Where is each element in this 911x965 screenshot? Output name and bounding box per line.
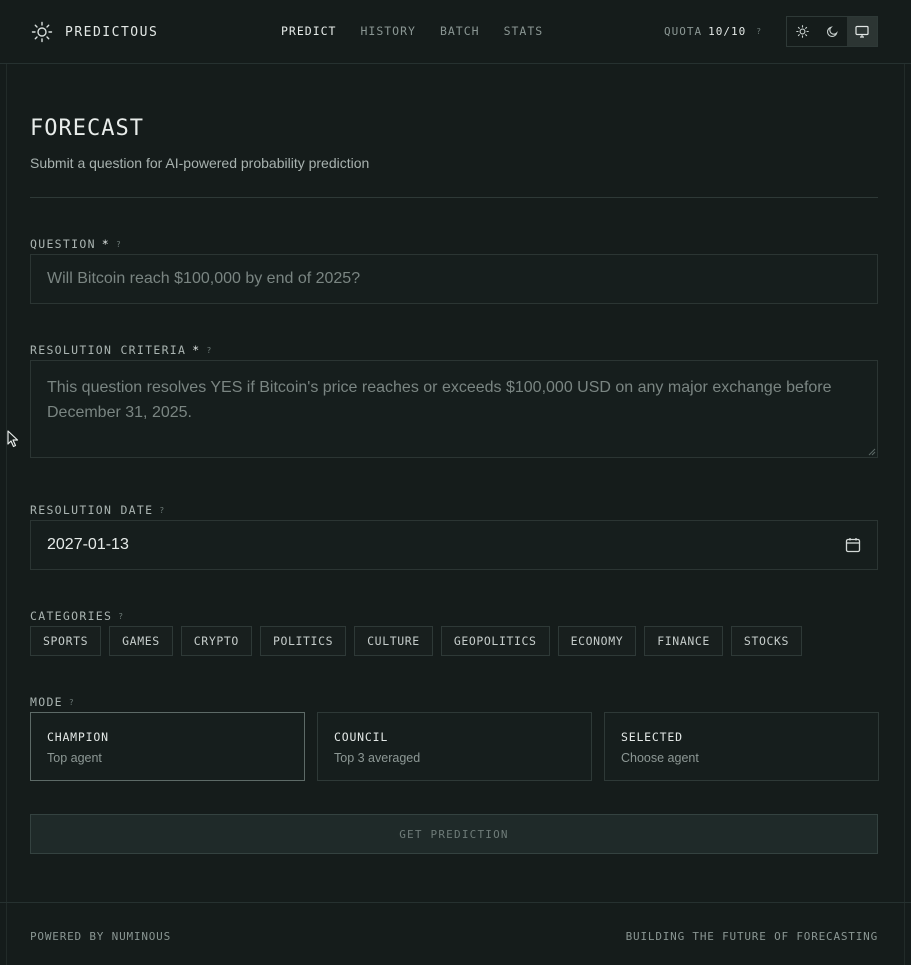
category-chip-games[interactable]: GAMES — [109, 626, 173, 656]
mode-option-title: SELECTED — [621, 730, 683, 744]
date-label: RESOLUTION DATE ? — [30, 503, 165, 517]
quota-help-icon[interactable]: ? — [756, 27, 762, 36]
title-divider — [30, 197, 878, 198]
category-chip-stocks[interactable]: STOCKS — [730, 626, 803, 656]
categories-label: CATEGORIES ? — [30, 609, 124, 623]
category-chip-finance[interactable]: FINANCE — [644, 626, 723, 656]
footer-tagline: BUILDING THE FUTURE OF FORECASTING — [625, 930, 878, 943]
nav-predict[interactable]: PREDICT — [281, 24, 336, 38]
date-value: 2027-01-13 — [47, 536, 129, 553]
sun-logo-icon — [31, 21, 53, 43]
brand[interactable]: PREDICTOUS — [31, 21, 158, 43]
question-help-icon[interactable]: ? — [116, 240, 122, 249]
frame-right-line — [904, 64, 905, 965]
criteria-label-text: RESOLUTION CRITERIA — [30, 343, 187, 357]
calendar-icon[interactable] — [845, 537, 861, 553]
page-footer: POWERED BY NUMINOUS BUILDING THE FUTURE … — [0, 902, 911, 965]
mode-label: MODE ? — [30, 695, 75, 709]
mode-option-title: CHAMPION — [47, 730, 109, 744]
mode-option-selected[interactable]: SELECTED Choose agent — [604, 712, 879, 781]
mode-option-desc: Top agent — [47, 751, 102, 765]
mode-option-council[interactable]: COUNCIL Top 3 averaged — [317, 712, 592, 781]
theme-system-button[interactable] — [847, 17, 877, 46]
question-input[interactable] — [30, 254, 878, 304]
brand-name: PREDICTOUS — [65, 24, 159, 40]
date-label-text: RESOLUTION DATE — [30, 503, 154, 517]
nav-stats[interactable]: STATS — [504, 24, 544, 38]
top-header: PREDICTOUS PREDICT HISTORY BATCH STATS Q… — [0, 0, 911, 64]
category-chips: SPORTS GAMES CRYPTO POLITICS CULTURE GEO… — [30, 626, 803, 656]
page-title: FORECAST — [30, 116, 144, 141]
get-prediction-button[interactable]: GET PREDICTION — [30, 814, 878, 854]
monitor-icon — [855, 25, 869, 38]
category-chip-sports[interactable]: SPORTS — [30, 626, 102, 656]
required-marker: * — [192, 343, 201, 357]
date-input[interactable]: 2027-01-13 — [30, 520, 878, 570]
categories-label-text: CATEGORIES — [30, 609, 113, 623]
page-subtitle: Submit a question for AI-powered probabi… — [30, 155, 370, 171]
theme-dark-button[interactable] — [817, 17, 847, 46]
question-label: QUESTION * ? — [30, 237, 122, 251]
frame-left-line — [6, 64, 7, 965]
moon-icon — [826, 26, 838, 37]
mode-option-desc: Top 3 averaged — [334, 751, 421, 765]
mouse-cursor-icon — [7, 430, 19, 448]
quota-value: 10/10 — [708, 25, 747, 38]
mode-label-text: MODE — [30, 695, 63, 709]
category-chip-politics[interactable]: POLITICS — [259, 626, 347, 656]
theme-light-button[interactable] — [787, 17, 817, 46]
mode-option-champion[interactable]: CHAMPION Top agent — [30, 712, 305, 781]
main-nav: PREDICT HISTORY BATCH STATS — [281, 24, 543, 38]
criteria-textarea[interactable] — [30, 360, 878, 458]
quota-label: QUOTA — [664, 25, 703, 38]
criteria-label: RESOLUTION CRITERIA * ? — [30, 343, 213, 357]
sun-icon — [795, 25, 809, 38]
mode-option-desc: Choose agent — [621, 751, 699, 765]
quota-display: QUOTA 10/10 ? — [664, 25, 762, 38]
required-marker: * — [101, 237, 111, 251]
question-label-text: QUESTION — [30, 237, 96, 251]
date-help-icon[interactable]: ? — [159, 506, 165, 515]
category-chip-economy[interactable]: ECONOMY — [557, 626, 637, 656]
mode-help-icon[interactable]: ? — [69, 698, 75, 707]
resize-handle-icon[interactable] — [868, 448, 876, 456]
criteria-help-icon[interactable]: ? — [206, 346, 212, 355]
footer-powered-by: POWERED BY NUMINOUS — [30, 930, 172, 943]
categories-help-icon[interactable]: ? — [118, 612, 124, 621]
category-chip-crypto[interactable]: CRYPTO — [180, 626, 252, 656]
mode-options: CHAMPION Top agent COUNCIL Top 3 average… — [30, 712, 879, 781]
mode-option-title: COUNCIL — [334, 730, 389, 744]
theme-switcher — [786, 16, 878, 47]
category-chip-geopolitics[interactable]: GEOPOLITICS — [440, 626, 550, 656]
category-chip-culture[interactable]: CULTURE — [354, 626, 433, 656]
nav-batch[interactable]: BATCH — [440, 24, 480, 38]
nav-history[interactable]: HISTORY — [360, 24, 415, 38]
